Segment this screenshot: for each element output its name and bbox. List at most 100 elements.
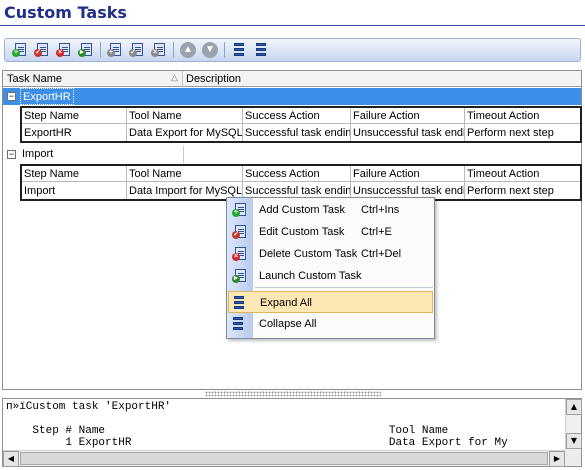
log-line: Step # Name Tool Name bbox=[6, 425, 449, 437]
move-up-button[interactable]: ▲ bbox=[177, 40, 199, 60]
column-divider bbox=[242, 166, 243, 199]
menu-item-delete-custom-task[interactable]: × Delete Custom Task Ctrl+Del bbox=[228, 243, 433, 265]
steps-column-header[interactable]: Tool Name bbox=[127, 108, 243, 124]
steps-column-header[interactable]: Failure Action bbox=[351, 108, 465, 124]
menu-item-label: Add Custom Task bbox=[259, 204, 346, 216]
edit-step-icon: ✓ bbox=[129, 43, 144, 57]
menu-item-launch-custom-task[interactable]: ► Launch Custom Task bbox=[228, 265, 433, 287]
task-steps-table[interactable]: Step Name Tool Name Success Action Failure … bbox=[20, 106, 582, 143]
add-step-button[interactable]: + bbox=[104, 40, 126, 60]
toolbar-separator bbox=[224, 42, 225, 58]
column-header-task-name[interactable]: Task Name bbox=[5, 72, 62, 86]
menu-item-shortcut: Ctrl+Ins bbox=[361, 204, 400, 216]
context-menu-separator bbox=[255, 287, 433, 288]
menu-item-add-custom-task[interactable]: + Add Custom Task Ctrl+Ins bbox=[228, 199, 433, 221]
log-line: п»їCustom task 'ExportHR' bbox=[6, 401, 172, 413]
steps-column-header[interactable]: Tool Name bbox=[127, 166, 243, 182]
collapse-all-button[interactable] bbox=[250, 40, 272, 60]
step-cell: Perform next step bbox=[467, 185, 554, 197]
edit-step-button[interactable]: ✓ bbox=[126, 40, 148, 60]
toolbar: + ✓ × ► + ✓ × ▲ ▼ bbox=[4, 38, 581, 62]
grid-header: Task Name △ Description bbox=[3, 71, 581, 87]
column-divider bbox=[350, 166, 351, 199]
column-divider bbox=[464, 166, 465, 199]
collapse-toggle-icon[interactable]: − bbox=[7, 150, 16, 159]
launch-task-icon: ► bbox=[78, 43, 93, 57]
sort-indicator-icon: △ bbox=[171, 72, 178, 82]
task-steps-table[interactable]: Step Name Tool Name Success Action Failure … bbox=[20, 164, 582, 201]
step-cell: Successful task ending bbox=[245, 127, 351, 139]
scroll-up-button[interactable]: ▲ bbox=[566, 399, 582, 415]
steps-column-header[interactable]: Timeout Action bbox=[465, 166, 580, 182]
menu-item-label: Launch Custom Task bbox=[259, 270, 362, 282]
splitter-handle[interactable] bbox=[205, 391, 381, 397]
task-group-row[interactable]: − Import bbox=[3, 146, 581, 163]
scroll-right-button[interactable]: ▶ bbox=[549, 451, 565, 467]
arrow-up-icon: ▲ bbox=[180, 42, 196, 58]
step-cell: Perform next step bbox=[467, 127, 554, 139]
delete-task-icon: × bbox=[232, 247, 247, 261]
expand-all-icon bbox=[234, 43, 244, 57]
steps-header-row: Step Name Tool Name Success Action Failure … bbox=[22, 166, 580, 182]
edit-task-icon: ✓ bbox=[34, 43, 49, 57]
step-row[interactable]: ExportHR Data Export for MySQL Successful … bbox=[22, 125, 580, 141]
column-divider bbox=[126, 166, 127, 199]
column-divider bbox=[183, 146, 184, 163]
launch-task-icon: ► bbox=[232, 269, 247, 283]
move-down-button[interactable]: ▼ bbox=[199, 40, 221, 60]
context-menu: + Add Custom Task Ctrl+Ins ✓ Edit Custom Tas… bbox=[226, 197, 435, 339]
task-group-row[interactable]: − ExportHR bbox=[3, 88, 581, 105]
delete-task-icon: × bbox=[56, 43, 71, 57]
delete-step-icon: × bbox=[151, 43, 166, 57]
step-cell: Data Export for MySQL bbox=[129, 127, 243, 139]
menu-item-expand-all[interactable]: Expand All bbox=[228, 291, 433, 313]
scroll-down-button[interactable]: ▼ bbox=[566, 433, 582, 449]
delete-custom-task-button[interactable]: × bbox=[53, 40, 75, 60]
toolbar-separator bbox=[100, 42, 101, 58]
add-step-icon: + bbox=[107, 43, 122, 57]
steps-column-header[interactable]: Step Name bbox=[22, 166, 127, 182]
menu-item-label: Edit Custom Task bbox=[259, 226, 345, 238]
edit-custom-task-button[interactable]: ✓ bbox=[31, 40, 53, 60]
scrollbar-corner bbox=[565, 450, 581, 466]
steps-column-header[interactable]: Success Action bbox=[243, 108, 351, 124]
steps-column-header[interactable]: Success Action bbox=[243, 166, 351, 182]
task-log-panel[interactable]: п»їCustom task 'ExportHR' Step # Name To… bbox=[2, 398, 582, 467]
steps-header-row: Step Name Tool Name Success Action Failure … bbox=[22, 108, 580, 124]
task-name: ExportHR bbox=[20, 88, 74, 105]
column-divider bbox=[242, 108, 243, 141]
page-title: Custom Tasks bbox=[4, 3, 127, 22]
collapse-all-icon bbox=[233, 317, 243, 331]
menu-item-edit-custom-task[interactable]: ✓ Edit Custom Task Ctrl+E bbox=[228, 221, 433, 243]
expand-all-icon bbox=[234, 296, 244, 310]
launch-custom-task-button[interactable]: ► bbox=[75, 40, 97, 60]
arrow-down-icon: ▼ bbox=[202, 42, 218, 58]
steps-column-header[interactable]: Timeout Action bbox=[465, 108, 580, 124]
column-divider bbox=[464, 108, 465, 141]
menu-item-shortcut: Ctrl+E bbox=[361, 226, 392, 238]
menu-item-label: Delete Custom Task bbox=[259, 248, 358, 260]
title-underline bbox=[0, 25, 585, 26]
add-task-icon: + bbox=[232, 203, 247, 217]
step-cell: Unsuccessful task ending bbox=[353, 127, 465, 139]
collapse-toggle-icon[interactable]: − bbox=[7, 92, 16, 101]
vertical-scrollbar[interactable]: ▲ ▼ bbox=[565, 399, 582, 450]
step-cell: ExportHR bbox=[24, 127, 72, 139]
menu-item-collapse-all[interactable]: Collapse All bbox=[228, 313, 433, 335]
task-name: Import bbox=[22, 148, 54, 160]
step-cell: Import bbox=[24, 185, 56, 197]
add-task-icon: + bbox=[12, 43, 27, 57]
scroll-left-button[interactable]: ◀ bbox=[3, 451, 19, 467]
column-header-description[interactable]: Description bbox=[184, 72, 241, 86]
delete-step-button[interactable]: × bbox=[148, 40, 170, 60]
column-divider[interactable] bbox=[182, 71, 183, 87]
log-line: 1 ExportHR Data Export for My bbox=[6, 437, 508, 449]
horizontal-scrollbar[interactable]: ◀ ▶ bbox=[3, 450, 565, 467]
column-divider bbox=[126, 108, 127, 141]
steps-column-header[interactable]: Step Name bbox=[22, 108, 127, 124]
steps-column-header[interactable]: Failure Action bbox=[351, 166, 465, 182]
menu-item-label: Expand All bbox=[260, 297, 312, 309]
expand-all-button[interactable] bbox=[228, 40, 250, 60]
add-custom-task-button[interactable]: + bbox=[9, 40, 31, 60]
horizontal-scroll-thumb[interactable] bbox=[20, 452, 548, 465]
